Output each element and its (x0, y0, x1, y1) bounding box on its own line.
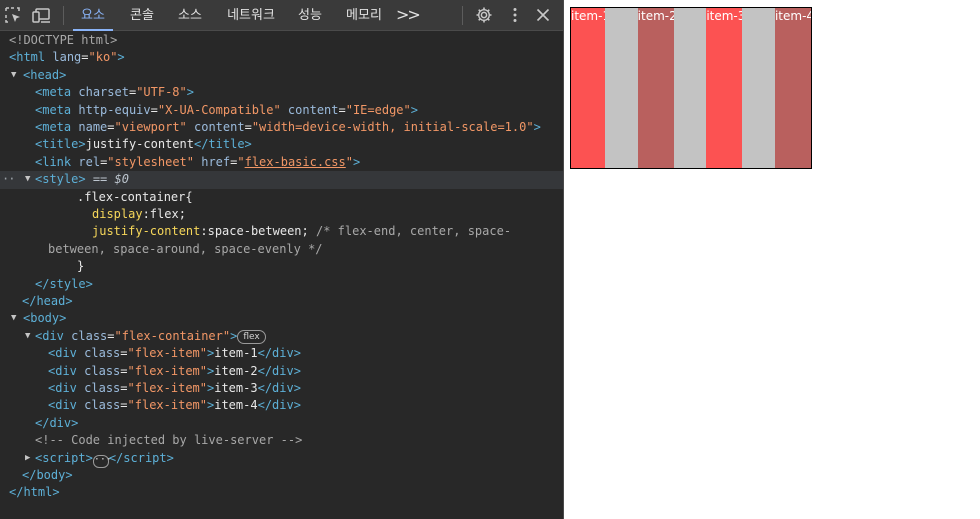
flex-item-2: item-2 (637, 8, 674, 168)
tab-network[interactable]: 네트워크 (221, 0, 281, 31)
dom-meta-viewport[interactable]: <meta name="viewport" content="width=dev… (0, 119, 563, 136)
dom-body-open[interactable]: ▼ <body> (0, 310, 563, 327)
dom-flex-item[interactable]: <div class="flex-item">item-2</div> (0, 363, 563, 380)
dom-comment[interactable]: <!-- Code injected by live-server --> (0, 432, 563, 449)
expand-triangle-icon[interactable]: ▼ (11, 310, 16, 327)
dom-meta-charset[interactable]: <meta charset="UTF-8"> (0, 84, 563, 101)
tab-elements[interactable]: 요소 (73, 0, 113, 31)
close-icon[interactable] (534, 6, 552, 24)
dom-flex-item[interactable]: <div class="flex-item">item-1</div> (0, 345, 563, 362)
flex-badge[interactable]: flex (237, 329, 266, 344)
dom-div-close[interactable]: </div> (0, 415, 563, 432)
more-options-icon[interactable] (506, 6, 524, 24)
tab-console[interactable]: 콘솔 (122, 0, 162, 31)
dom-flex-item[interactable]: <div class="flex-item">item-3</div> (0, 380, 563, 397)
tab-memory[interactable]: 메모리 (340, 0, 388, 31)
ellipsis-icon[interactable]: ··· (92, 454, 112, 468)
dom-doctype[interactable]: <!DOCTYPE html> (0, 32, 563, 49)
css-comment-line[interactable]: between, space-around, space-evenly */ (0, 241, 563, 258)
flex-item-1: item-1 (571, 8, 605, 168)
tab-performance[interactable]: 성능 (290, 0, 330, 31)
devtools-panel: 요소 콘솔 소스 네트워크 성능 메모리 >> <!DOCTYPE html> … (0, 0, 563, 519)
flex-container-preview: item-1 item-2 item-3 item-4 (570, 7, 812, 169)
dom-html-close[interactable]: </html> (0, 484, 563, 501)
stylesheet-link[interactable]: flex-basic.css (245, 155, 346, 169)
dom-link[interactable]: <link rel="stylesheet" href="flex-basic.… (0, 154, 563, 171)
dom-flex-item[interactable]: <div class="flex-item">item-4</div> (0, 397, 563, 414)
css-close-line[interactable]: } (0, 258, 563, 275)
more-tabs-button[interactable]: >> (396, 0, 421, 31)
inspect-element-icon[interactable] (4, 6, 22, 24)
dom-flex-container-open[interactable]: ▼ <div class="flex-container"> flex (0, 328, 563, 345)
css-justify-line[interactable]: justify-content:space-between; /* flex-e… (0, 223, 563, 240)
settings-gear-icon[interactable] (475, 6, 493, 24)
dom-title[interactable]: <title>justify-content</title> (0, 136, 563, 153)
dom-head-close[interactable]: </head> (0, 293, 563, 310)
dom-meta-compat[interactable]: <meta http-equiv="X-UA-Compatible" conte… (0, 102, 563, 119)
flex-item-3: item-3 (706, 8, 743, 168)
tab-sources[interactable]: 소스 (170, 0, 210, 31)
dom-style-open-selected[interactable]: ·· ▼ <style> == $0 (0, 171, 563, 189)
dom-html-open[interactable]: <html lang="ko"> (0, 49, 563, 66)
css-display-line[interactable]: display:flex; (0, 206, 563, 223)
dots-icon[interactable]: ·· (2, 171, 15, 188)
css-selector-line[interactable]: .flex-container{ (0, 189, 563, 206)
dom-body-close[interactable]: </body> (0, 467, 563, 484)
dom-script[interactable]: ▶ <script>···</script> (0, 450, 563, 468)
expand-triangle-icon[interactable]: ▼ (11, 67, 16, 84)
expand-triangle-icon[interactable]: ▼ (25, 328, 30, 345)
flex-item-4: item-4 (774, 8, 811, 168)
device-toolbar-icon[interactable] (32, 6, 50, 24)
panel-divider[interactable] (563, 0, 564, 519)
dom-style-close[interactable]: </style> (0, 276, 563, 293)
devtools-toolbar: 요소 콘솔 소스 네트워크 성능 메모리 >> (0, 0, 563, 31)
collapse-triangle-icon[interactable]: ▶ (25, 450, 30, 467)
dom-head-open[interactable]: ▼ <head> (0, 67, 563, 84)
expand-triangle-icon[interactable]: ▼ (25, 171, 30, 188)
